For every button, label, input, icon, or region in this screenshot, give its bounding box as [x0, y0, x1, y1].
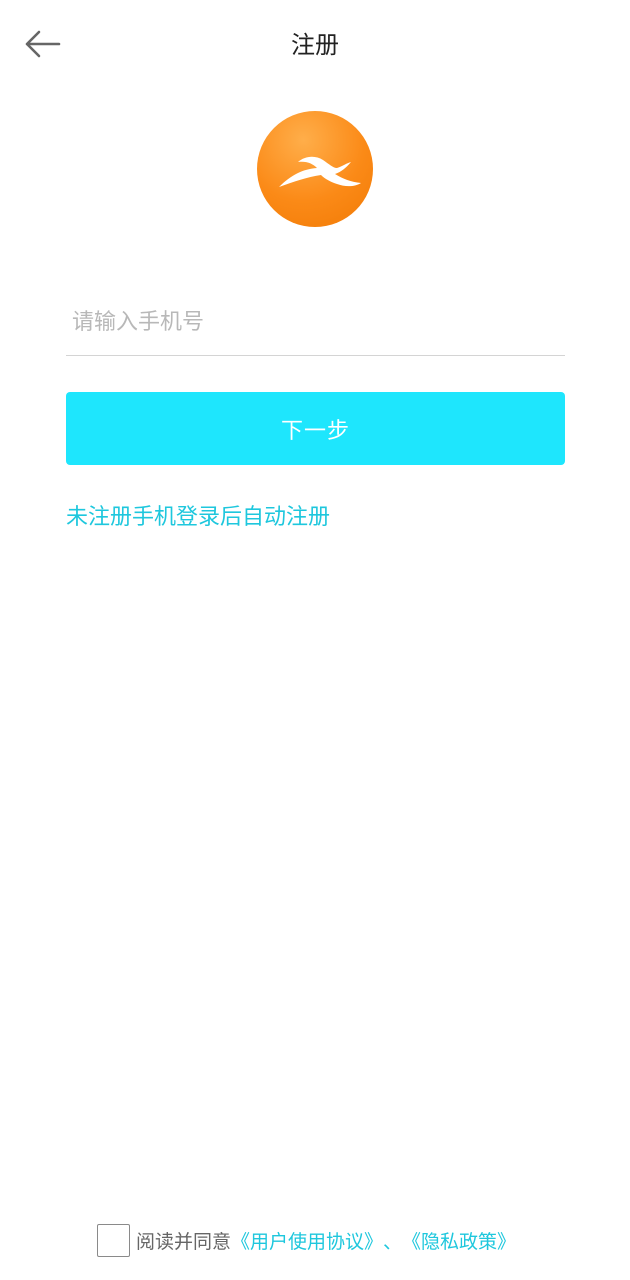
agreement-row: 阅读并同意 《用户使用协议》 、 《隐私政策》	[97, 1222, 516, 1258]
agreement-separator: 、	[383, 1230, 403, 1253]
user-agreement-link[interactable]: 《用户使用协议》	[231, 1227, 383, 1254]
register-page: 注册 下一步 未注册手机登录后自动注册 阅读并同意 《用户使用协议》 、 《隐私…	[0, 0, 630, 1280]
page-title: 注册	[291, 31, 339, 59]
next-step-button[interactable]: 下一步	[66, 392, 565, 465]
agree-label: 阅读并同意	[136, 1230, 232, 1253]
agree-checkbox[interactable]	[97, 1223, 130, 1257]
phone-input[interactable]	[66, 290, 565, 356]
app-logo	[257, 111, 373, 227]
auto-register-hint: 未注册手机登录后自动注册	[66, 505, 331, 530]
privacy-policy-link[interactable]: 《隐私政策》	[402, 1227, 516, 1254]
